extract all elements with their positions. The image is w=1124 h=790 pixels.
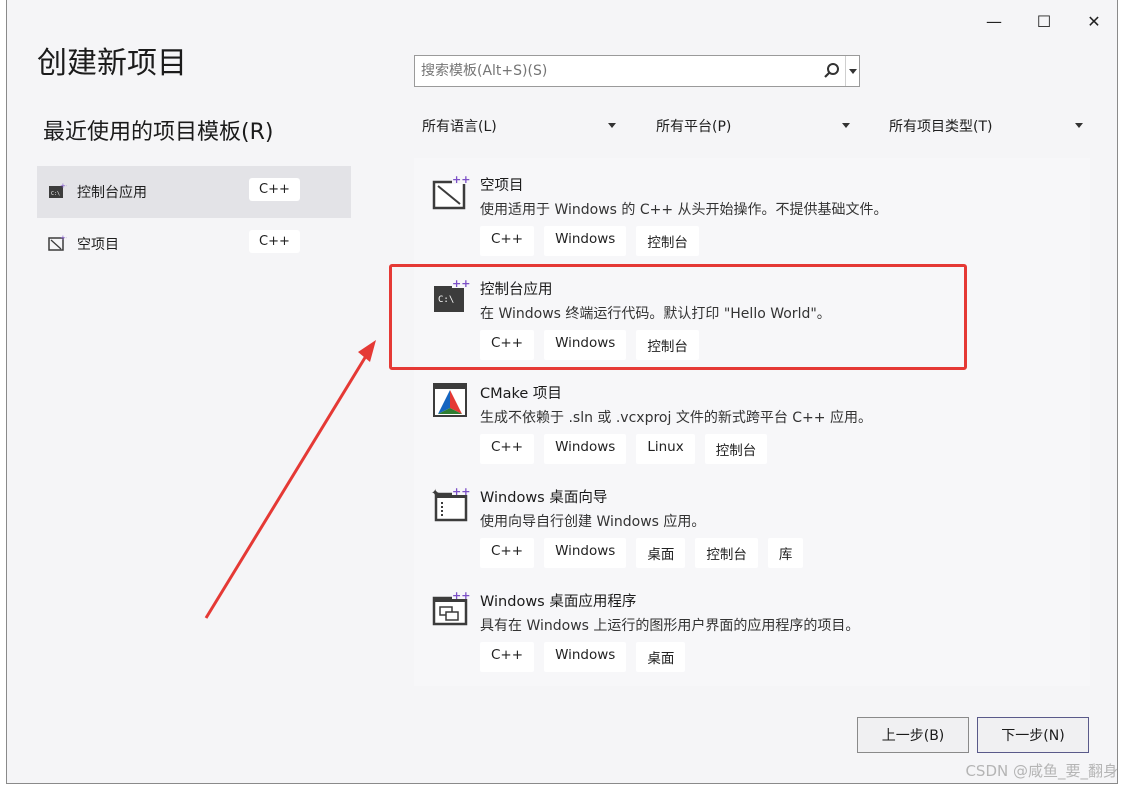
template-name: Windows 桌面向导 [480,490,608,506]
recent-item-console-app[interactable]: C:\ ++ 控制台应用 C++ [37,166,351,218]
tag: 控制台 [704,434,768,464]
search-options-dropdown[interactable] [845,56,859,86]
tag: 桌面 [636,642,686,672]
template-name: 控制台应用 [480,282,553,298]
svg-text:++: ++ [452,589,470,602]
chevron-down-icon [842,123,850,128]
chevron-down-icon [608,123,616,128]
template-search [414,55,860,87]
recent-item-empty-project[interactable]: ++ 空项目 C++ [37,218,351,270]
template-item-empty-project[interactable]: ++ 空项目 使用适用于 Windows 的 C++ 从头开始操作。不提供基础文… [414,158,1090,262]
template-description: 使用适用于 Windows 的 C++ 从头开始操作。不提供基础文件。 [480,202,888,218]
platform-filter[interactable]: 所有平台(P) [648,110,856,142]
tag: 库 [767,538,804,568]
close-button[interactable]: ✕ [1077,6,1111,36]
recent-item-label: 空项目 [77,237,119,253]
template-description: 生成不依赖于 .sln 或 .vcxproj 文件的新式跨平台 C++ 应用。 [480,410,872,426]
next-button[interactable]: 下一步(N) [977,717,1089,753]
tag: Windows [544,434,627,464]
tag: 控制台 [636,330,699,360]
recent-templates-title: 最近使用的项目模板(R) [43,120,274,145]
tag: Windows [544,538,627,568]
template-item-cmake-project[interactable]: CMake 项目 生成不依赖于 .sln 或 .vcxproj 文件的新式跨平台… [414,366,1090,470]
search-icon[interactable] [823,62,841,80]
template-tags: C++ Windows 桌面 [480,642,686,672]
chevron-down-icon [848,68,857,74]
maximize-button[interactable]: ☐ [1027,6,1061,36]
empty-project-icon: ++ [48,234,67,251]
tag: C++ [480,642,535,672]
tag: C++ [480,434,535,464]
template-tags: C++ Windows Linux 控制台 [480,434,768,464]
template-item-console-app[interactable]: C:\ ++ 控制台应用 在 Windows 终端运行代码。默认打印 "Hell… [414,262,1090,366]
page-title: 创建新项目 [37,46,187,81]
filter-label: 所有平台(P) [656,119,732,135]
svg-text:C:\: C:\ [51,191,60,197]
template-tags: C++ Windows 桌面 控制台 库 [480,538,804,568]
tag: Windows [544,642,627,672]
cmake-icon [433,383,467,417]
console-app-icon: C:\ ++ [434,277,470,312]
template-name: CMake 项目 [480,386,562,402]
tag: 控制台 [695,538,758,568]
template-name: 空项目 [480,178,524,194]
minimize-button[interactable]: — [977,6,1011,36]
filter-label: 所有项目类型(T) [889,119,993,135]
console-app-icon: C:\ ++ [49,182,67,198]
tag: 桌面 [636,538,686,568]
template-tags: C++ Windows 控制台 [480,330,699,360]
filter-label: 所有语言(L) [422,119,497,135]
svg-text:✦: ✦ [431,488,439,499]
template-description: 具有在 Windows 上运行的图形用户界面的应用程序的项目。 [480,618,860,634]
watermark: CSDN @咸鱼_要_翻身 [965,762,1118,780]
template-item-desktop-wizard[interactable]: ✦ ++ Windows 桌面向导 使用向导自行创建 Windows 应用。 C… [414,470,1090,574]
desktop-app-icon: ++ [432,589,470,626]
tag: Linux [636,434,695,464]
template-description: 使用向导自行创建 Windows 应用。 [480,514,706,530]
search-input[interactable] [415,56,815,86]
svg-text:C:\: C:\ [438,295,454,305]
template-item-desktop-app[interactable]: ++ Windows 桌面应用程序 具有在 Windows 上运行的图形用户界面… [414,574,1090,678]
tag: Windows [544,330,627,360]
template-name: Windows 桌面应用程序 [480,594,637,610]
template-tags: C++ Windows 控制台 [480,226,699,256]
tag: C++ [480,538,535,568]
wizard-icon: ✦ ++ [431,485,470,522]
language-tag: C++ [249,178,300,201]
tag: C++ [480,226,535,256]
svg-text:++: ++ [60,182,67,190]
language-filter[interactable]: 所有语言(L) [414,110,622,142]
back-button[interactable]: 上一步(B) [857,717,969,753]
chevron-down-icon [1075,123,1083,128]
svg-text:++: ++ [452,173,470,186]
tag: 控制台 [636,226,699,256]
svg-text:++: ++ [60,234,67,242]
language-tag: C++ [249,230,300,253]
template-results-list: ++ 空项目 使用适用于 Windows 的 C++ 从头开始操作。不提供基础文… [414,158,1090,686]
svg-text:++: ++ [452,485,470,498]
svg-text:++: ++ [452,277,470,290]
recent-item-label: 控制台应用 [77,185,147,201]
tag: C++ [480,330,535,360]
template-description: 在 Windows 终端运行代码。默认打印 "Hello World"。 [480,306,831,322]
project-type-filter[interactable]: 所有项目类型(T) [881,110,1089,142]
recent-templates-list: C:\ ++ 控制台应用 C++ ++ 空项目 C++ [37,166,351,270]
tag: Windows [544,226,627,256]
empty-project-icon: ++ [432,173,470,210]
create-project-dialog: — ☐ ✕ 创建新项目 最近使用的项目模板(R) C:\ ++ 控制台应用 C+… [6,0,1118,784]
